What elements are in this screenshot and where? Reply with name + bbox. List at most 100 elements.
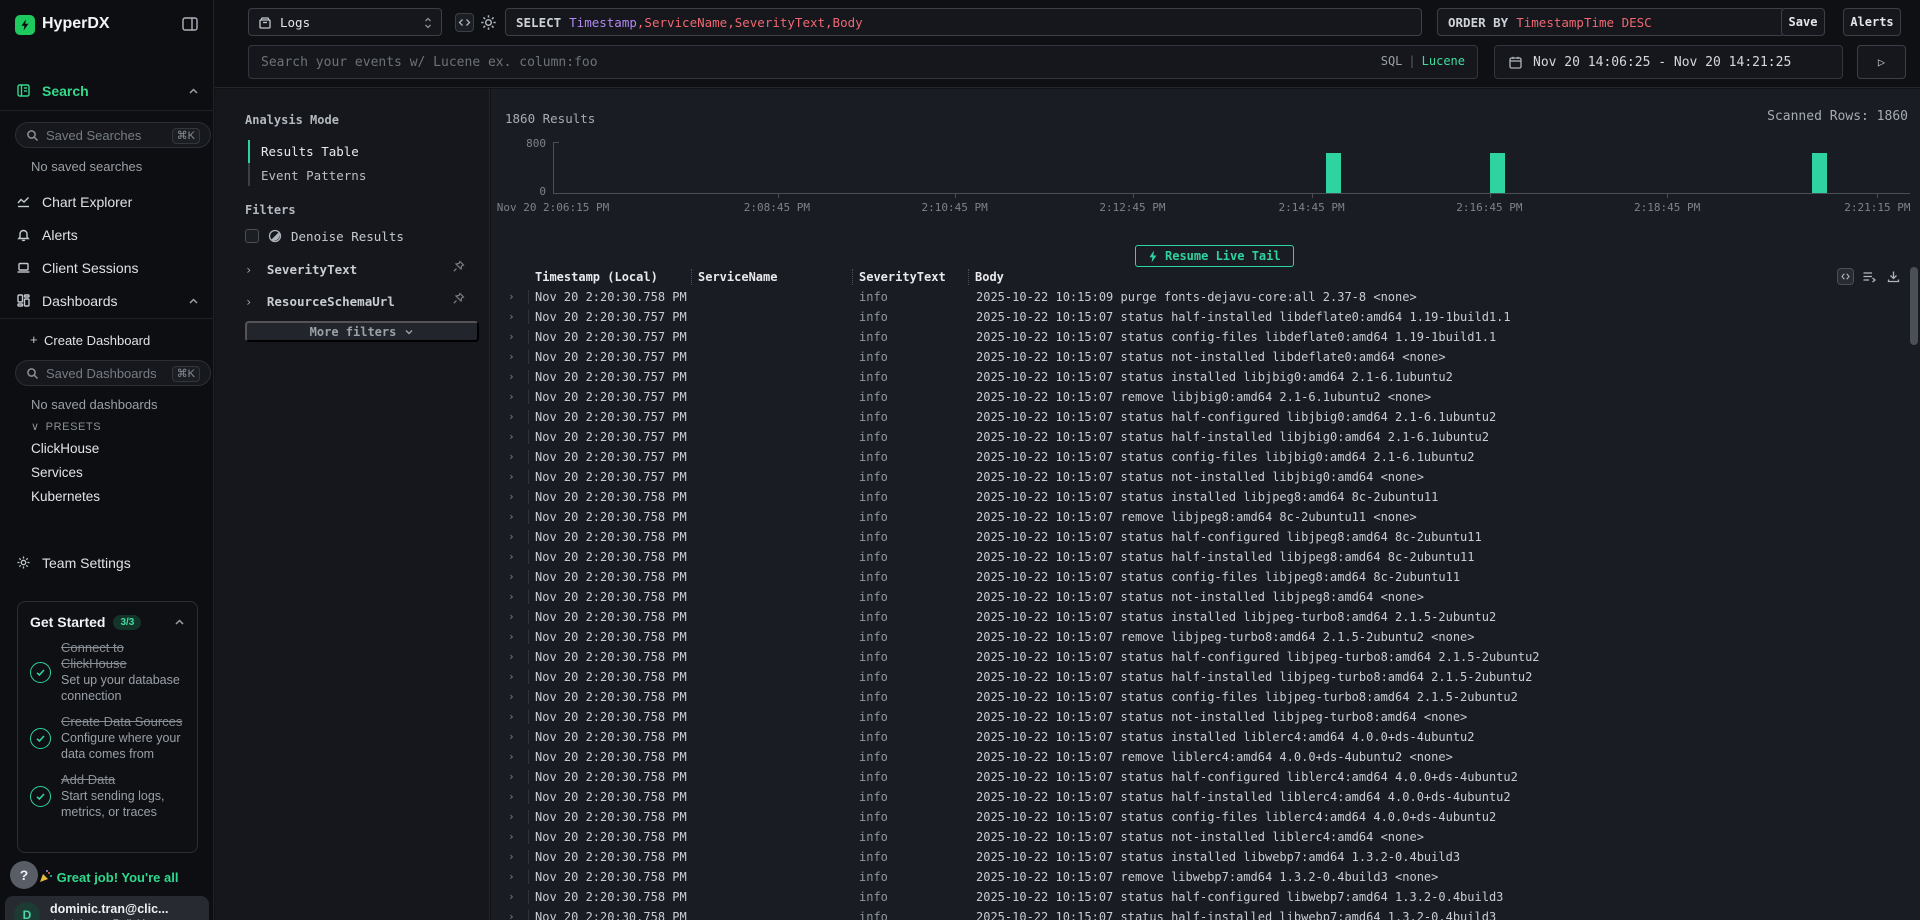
preset-clickhouse[interactable]: ClickHouse	[31, 441, 99, 456]
pin-icon[interactable]	[452, 292, 465, 305]
table-row[interactable]: ›Nov 20 2:20:30.758 PMinfo2025-10-22 10:…	[491, 747, 1891, 767]
orderby-clause-input[interactable]: ORDER BY TimestampTime DESC	[1437, 8, 1785, 36]
row-expand-chevron[interactable]: ›	[491, 870, 529, 884]
chart-plot[interactable]	[553, 142, 1910, 194]
table-row[interactable]: ›Nov 20 2:20:30.758 PMinfo2025-10-22 10:…	[491, 587, 1891, 607]
row-expand-chevron[interactable]: ›	[491, 790, 529, 804]
row-expand-chevron[interactable]: ›	[491, 570, 529, 584]
row-expand-chevron[interactable]: ›	[491, 610, 529, 624]
table-row[interactable]: ›Nov 20 2:20:30.758 PMinfo2025-10-22 10:…	[491, 487, 1891, 507]
table-row[interactable]: ›Nov 20 2:20:30.758 PMinfo2025-10-22 10:…	[491, 907, 1891, 920]
table-row[interactable]: ›Nov 20 2:20:30.757 PMinfo2025-10-22 10:…	[491, 467, 1891, 487]
row-expand-chevron[interactable]: ›	[491, 830, 529, 844]
saved-searches-search[interactable]: ⌘K	[15, 122, 211, 148]
table-scrollbar[interactable]	[1910, 267, 1918, 345]
row-expand-chevron[interactable]: ›	[491, 450, 529, 464]
histogram-bar[interactable]	[1326, 153, 1341, 193]
table-row[interactable]: ›Nov 20 2:20:30.758 PMinfo2025-10-22 10:…	[491, 567, 1891, 587]
saved-searches-input[interactable]	[46, 124, 166, 146]
table-row[interactable]: ›Nov 20 2:20:30.758 PMinfo2025-10-22 10:…	[491, 887, 1891, 907]
sidebar-item-team-settings[interactable]: Team Settings	[0, 552, 213, 578]
sidebar-item-client-sessions[interactable]: Client Sessions	[0, 257, 213, 283]
sidebar-item-chart-explorer[interactable]: Chart Explorer	[0, 191, 213, 217]
row-expand-chevron[interactable]: ›	[491, 590, 529, 604]
table-row[interactable]: ›Nov 20 2:20:30.757 PMinfo2025-10-22 10:…	[491, 387, 1891, 407]
select-clause-input[interactable]: SELECT Timestamp,ServiceName,SeverityTex…	[505, 8, 1422, 36]
row-expand-chevron[interactable]: ›	[491, 850, 529, 864]
table-row[interactable]: ›Nov 20 2:20:30.758 PMinfo2025-10-22 10:…	[491, 607, 1891, 627]
sidebar-item-search[interactable]: Search	[0, 80, 213, 106]
mode-results-table[interactable]: Results Table	[261, 144, 359, 159]
table-row[interactable]: ›Nov 20 2:20:30.758 PMinfo2025-10-22 10:…	[491, 527, 1891, 547]
chevron-up-icon[interactable]	[174, 617, 185, 628]
row-expand-chevron[interactable]: ›	[491, 770, 529, 784]
row-expand-chevron[interactable]: ›	[491, 670, 529, 684]
table-row[interactable]: ›Nov 20 2:20:30.758 PMinfo2025-10-22 10:…	[491, 287, 1891, 307]
col-body[interactable]: Body	[968, 269, 1891, 285]
row-expand-chevron[interactable]: ›	[491, 470, 529, 484]
pin-icon[interactable]	[452, 260, 465, 273]
table-row[interactable]: ›Nov 20 2:20:30.758 PMinfo2025-10-22 10:…	[491, 827, 1891, 847]
histogram-bar[interactable]	[1490, 153, 1505, 193]
sidebar-item-dashboards[interactable]: Dashboards	[0, 290, 213, 316]
query-settings-gear-icon[interactable]	[479, 13, 498, 32]
table-row[interactable]: ›Nov 20 2:20:30.758 PMinfo2025-10-22 10:…	[491, 847, 1891, 867]
lucene-toggle[interactable]: Lucene	[1422, 54, 1465, 68]
table-row[interactable]: ›Nov 20 2:20:30.757 PMinfo2025-10-22 10:…	[491, 447, 1891, 467]
filter-group-severitytext[interactable]: › SeverityText	[245, 259, 465, 277]
sidebar-item-alerts[interactable]: Alerts	[0, 224, 213, 250]
table-row[interactable]: ›Nov 20 2:20:30.758 PMinfo2025-10-22 10:…	[491, 707, 1891, 727]
table-row[interactable]: ›Nov 20 2:20:30.758 PMinfo2025-10-22 10:…	[491, 727, 1891, 747]
event-search-bar[interactable]: SQL|Lucene	[248, 45, 1478, 79]
table-row[interactable]: ›Nov 20 2:20:30.757 PMinfo2025-10-22 10:…	[491, 307, 1891, 327]
sql-toggle[interactable]: SQL	[1381, 54, 1403, 68]
denoise-checkbox[interactable]	[245, 229, 259, 243]
row-expand-chevron[interactable]: ›	[491, 430, 529, 444]
row-expand-chevron[interactable]: ›	[491, 550, 529, 564]
row-expand-chevron[interactable]: ›	[491, 370, 529, 384]
filter-group-resourceschemaurl[interactable]: › ResourceSchemaUrl	[245, 291, 465, 309]
row-expand-chevron[interactable]: ›	[491, 530, 529, 544]
user-menu[interactable]: D dominic.tran@clic... dominic.tran@clic…	[5, 896, 209, 920]
row-expand-chevron[interactable]: ›	[491, 350, 529, 364]
source-select[interactable]: Logs	[248, 8, 442, 36]
saved-dashboards-input[interactable]	[46, 362, 166, 384]
get-started-item-sources[interactable]: Create Data SourcesConfigure where your …	[30, 714, 185, 762]
row-expand-chevron[interactable]: ›	[491, 330, 529, 344]
create-dashboard-button[interactable]: + Create Dashboard	[0, 330, 213, 356]
row-expand-chevron[interactable]: ›	[491, 390, 529, 404]
row-expand-chevron[interactable]: ›	[491, 750, 529, 764]
row-expand-chevron[interactable]: ›	[491, 910, 529, 920]
get-started-item-add-data[interactable]: Add DataStart sending logs, metrics, or …	[30, 772, 185, 820]
row-expand-chevron[interactable]: ›	[491, 290, 529, 304]
saved-dashboards-search[interactable]: ⌘K	[15, 360, 211, 386]
row-expand-chevron[interactable]: ›	[491, 730, 529, 744]
table-row[interactable]: ›Nov 20 2:20:30.758 PMinfo2025-10-22 10:…	[491, 667, 1891, 687]
table-row[interactable]: ›Nov 20 2:20:30.758 PMinfo2025-10-22 10:…	[491, 547, 1891, 567]
run-query-button[interactable]: ▷	[1857, 45, 1906, 79]
row-expand-chevron[interactable]: ›	[491, 650, 529, 664]
col-severitytext[interactable]: SeverityText	[852, 269, 968, 285]
row-expand-chevron[interactable]: ›	[491, 510, 529, 524]
mode-event-patterns[interactable]: Event Patterns	[261, 168, 366, 183]
table-row[interactable]: ›Nov 20 2:20:30.758 PMinfo2025-10-22 10:…	[491, 687, 1891, 707]
presets-header[interactable]: ∨PRESETS	[31, 420, 101, 433]
resume-live-tail-button[interactable]: Resume Live Tail	[1135, 245, 1294, 267]
table-row[interactable]: ›Nov 20 2:20:30.757 PMinfo2025-10-22 10:…	[491, 347, 1891, 367]
table-row[interactable]: ›Nov 20 2:20:30.758 PMinfo2025-10-22 10:…	[491, 647, 1891, 667]
row-expand-chevron[interactable]: ›	[491, 890, 529, 904]
table-row[interactable]: ›Nov 20 2:20:30.758 PMinfo2025-10-22 10:…	[491, 627, 1891, 647]
row-expand-chevron[interactable]: ›	[491, 310, 529, 324]
table-row[interactable]: ›Nov 20 2:20:30.758 PMinfo2025-10-22 10:…	[491, 807, 1891, 827]
table-row[interactable]: ›Nov 20 2:20:30.757 PMinfo2025-10-22 10:…	[491, 367, 1891, 387]
row-expand-chevron[interactable]: ›	[491, 810, 529, 824]
col-timestamp[interactable]: Timestamp (Local)	[529, 269, 691, 285]
row-expand-chevron[interactable]: ›	[491, 710, 529, 724]
event-search-input[interactable]	[261, 47, 1311, 77]
row-expand-chevron[interactable]: ›	[491, 630, 529, 644]
code-view-button[interactable]	[455, 13, 474, 32]
row-expand-chevron[interactable]: ›	[491, 490, 529, 504]
get-started-item-connect[interactable]: Connect to ClickHouseSet up your databas…	[30, 640, 185, 704]
table-row[interactable]: ›Nov 20 2:20:30.757 PMinfo2025-10-22 10:…	[491, 427, 1891, 447]
col-servicename[interactable]: ServiceName	[691, 269, 852, 285]
